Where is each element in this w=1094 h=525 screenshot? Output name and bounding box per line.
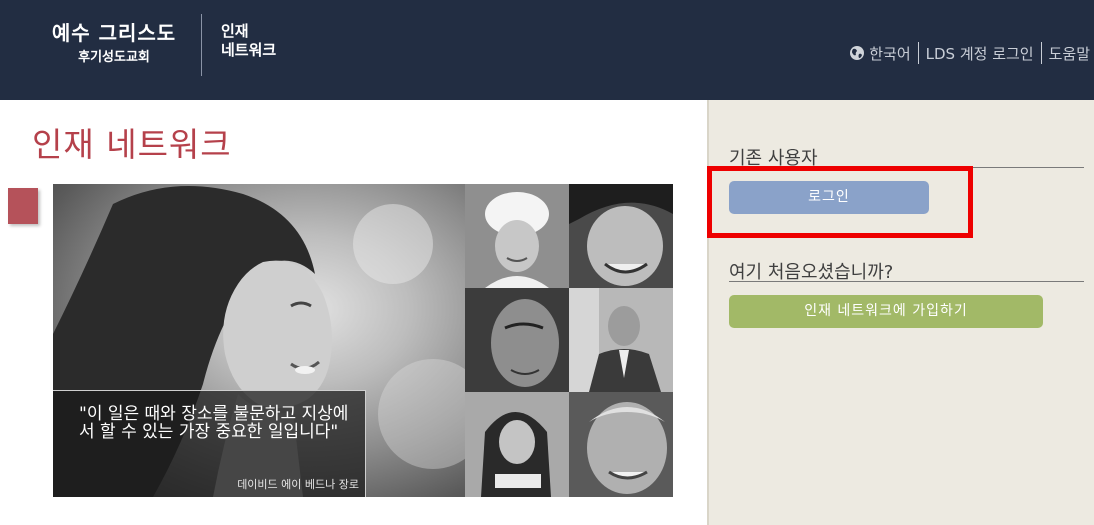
red-side-tab	[8, 188, 38, 224]
quote-author: 데이비드 에이 베드나 장로	[237, 478, 359, 491]
lds-account-login-link[interactable]: LDS 계정 로그인	[926, 43, 1034, 64]
logo-sub-text: 후기성도교회	[78, 50, 150, 65]
language-link[interactable]: 한국어	[869, 43, 910, 64]
utility-nav: 한국어 LDS 계정 로그인 도움말	[849, 42, 1090, 64]
photo-tile-man-suit	[569, 288, 673, 392]
app-name-line2: 네트워크	[221, 41, 277, 59]
globe-icon	[850, 46, 865, 60]
quote-box: "이 일은 때와 장소를 불문하고 지상에서 할 수 있는 가장 중요한 일입니…	[53, 390, 366, 497]
login-highlight-box	[707, 166, 973, 238]
page-title: 인재 네트워크	[32, 125, 232, 164]
photo-tile-chef	[465, 184, 569, 288]
photo-tile-man	[465, 288, 569, 392]
logo-main-text: 예수 그리스도	[51, 21, 177, 45]
header-divider	[201, 14, 202, 76]
church-logo[interactable]: 예수 그리스도 후기성도교회	[44, 20, 184, 68]
section-rule	[729, 281, 1084, 282]
photo-tile-woman-book	[465, 392, 569, 497]
hero-woman-photo: "이 일은 때와 장소를 불문하고 지상에서 할 수 있는 가장 중요한 일입니…	[53, 184, 465, 497]
hero-image: "이 일은 때와 장소를 불문하고 지상에서 할 수 있는 가장 중요한 일입니…	[53, 184, 673, 497]
nav-separator	[917, 42, 919, 64]
help-link[interactable]: 도움말	[1049, 43, 1090, 64]
join-network-button[interactable]: 인재 네트워크에 가입하기	[729, 295, 1043, 328]
quote-text: "이 일은 때와 장소를 불문하고 지상에서 할 수 있는 가장 중요한 일입니…	[79, 404, 349, 442]
photo-tile-older-man	[569, 392, 673, 497]
app-name-line1: 인재	[221, 22, 249, 40]
nav-separator	[1040, 42, 1042, 64]
top-header: 예수 그리스도 후기성도교회 인재 네트워크 한국어 LDS 계정 로그인 도움…	[0, 0, 1094, 100]
photo-tile-woman-smile	[569, 184, 673, 288]
app-name[interactable]: 인재 네트워크	[221, 22, 276, 60]
login-panel: 기존 사용자 로그인 여기 처음오셨습니까? 인재 네트워크에 가입하기	[707, 100, 1094, 525]
